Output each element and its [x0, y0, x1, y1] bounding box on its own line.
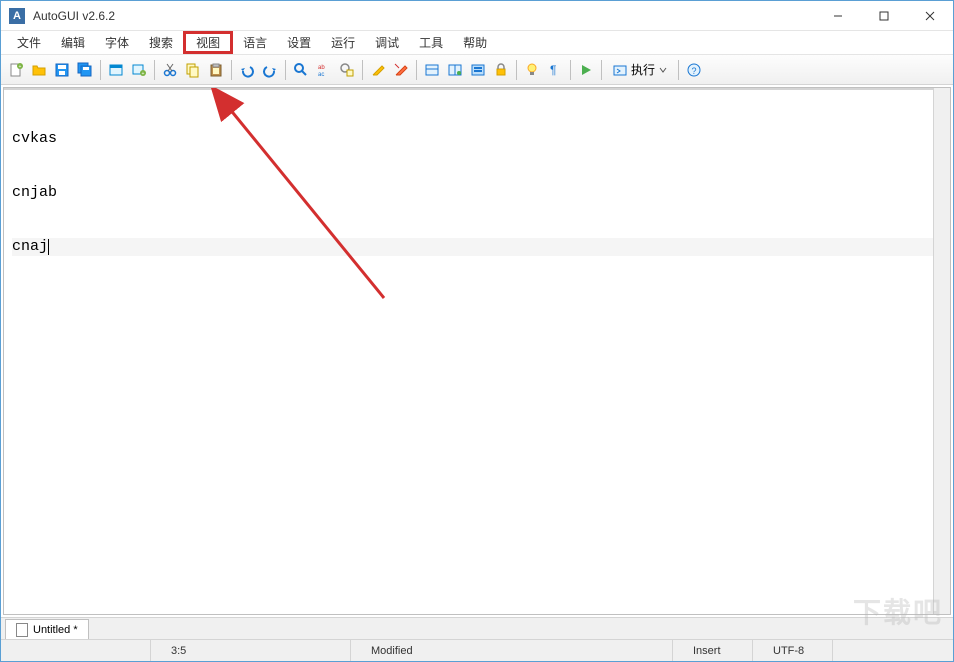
text-caret	[48, 239, 49, 255]
replace-button[interactable]: abac	[313, 59, 335, 81]
vertical-scrollbar[interactable]	[933, 88, 950, 614]
menu-file[interactable]: 文件	[7, 31, 51, 54]
panel1-button[interactable]	[421, 59, 443, 81]
editor-area: cvkas cnjab cnaj	[3, 87, 951, 615]
document-icon	[16, 623, 28, 637]
lock-button[interactable]	[490, 59, 512, 81]
statusbar: 3:5 Modified Insert UTF-8	[1, 639, 953, 661]
tips-button[interactable]	[521, 59, 543, 81]
clear-button[interactable]	[390, 59, 412, 81]
editor-line-current: cnaj	[12, 238, 942, 256]
execute-button[interactable]: 执行	[606, 59, 674, 81]
close-button[interactable]	[907, 1, 953, 31]
pilcrow-button[interactable]: ¶	[544, 59, 566, 81]
maximize-button[interactable]	[861, 1, 907, 31]
window-title: AutoGUI v2.6.2	[33, 9, 815, 23]
status-insert: Insert	[673, 640, 753, 661]
app-icon: A	[9, 8, 25, 24]
toolbar: + + abac ¶ 执行	[1, 55, 953, 85]
menu-view[interactable]: 视图	[183, 31, 233, 54]
menu-edit[interactable]: 编辑	[51, 31, 95, 54]
save-button[interactable]	[51, 59, 73, 81]
menu-help[interactable]: 帮助	[453, 31, 497, 54]
new-window-button[interactable]: +	[128, 59, 150, 81]
copy-button[interactable]	[182, 59, 204, 81]
menu-settings[interactable]: 设置	[277, 31, 321, 54]
new-file-button[interactable]: +	[5, 59, 27, 81]
editor-line: cnjab	[12, 184, 942, 202]
text-editor[interactable]: cvkas cnjab cnaj	[4, 90, 950, 614]
editor-line: cvkas	[12, 130, 942, 148]
execute-label: 执行	[631, 61, 655, 78]
tab-bar: Untitled *	[1, 617, 953, 639]
status-position: 3:5	[151, 640, 351, 661]
undo-button[interactable]	[236, 59, 258, 81]
cut-button[interactable]	[159, 59, 181, 81]
window-controls	[815, 1, 953, 31]
window-button[interactable]	[105, 59, 127, 81]
edit-button[interactable]	[367, 59, 389, 81]
svg-text:¶: ¶	[550, 63, 556, 77]
tab-label: Untitled *	[33, 624, 78, 636]
save-all-button[interactable]	[74, 59, 96, 81]
redo-button[interactable]	[259, 59, 281, 81]
panel2-button[interactable]	[444, 59, 466, 81]
status-tail	[833, 640, 953, 661]
dropdown-icon	[659, 66, 667, 74]
find-button[interactable]	[290, 59, 312, 81]
run-button[interactable]	[575, 59, 597, 81]
minimize-button[interactable]	[815, 1, 861, 31]
app-window: A AutoGUI v2.6.2 文件 编辑 字体 搜索 视图 语言 设置 运行…	[0, 0, 954, 662]
menu-debug[interactable]: 调试	[365, 31, 409, 54]
svg-text:+: +	[142, 71, 145, 77]
menu-run[interactable]: 运行	[321, 31, 365, 54]
panel3-button[interactable]	[467, 59, 489, 81]
help-button[interactable]: ?	[683, 59, 705, 81]
titlebar: A AutoGUI v2.6.2	[1, 1, 953, 31]
menu-language[interactable]: 语言	[233, 31, 277, 54]
menu-font[interactable]: 字体	[95, 31, 139, 54]
svg-text:+: +	[19, 64, 22, 70]
status-modified: Modified	[351, 640, 673, 661]
paste-button[interactable]	[205, 59, 227, 81]
svg-text:ab: ab	[318, 65, 325, 71]
menu-search[interactable]: 搜索	[139, 31, 183, 54]
menu-tools[interactable]: 工具	[409, 31, 453, 54]
status-blank	[1, 640, 151, 661]
svg-text:ac: ac	[318, 72, 324, 78]
menubar: 文件 编辑 字体 搜索 视图 语言 设置 运行 调试 工具 帮助	[1, 31, 953, 55]
svg-text:?: ?	[692, 66, 697, 76]
execute-icon	[613, 63, 627, 77]
document-tab[interactable]: Untitled *	[5, 619, 89, 639]
open-file-button[interactable]	[28, 59, 50, 81]
status-encoding: UTF-8	[753, 640, 833, 661]
find-in-files-button[interactable]	[336, 59, 358, 81]
